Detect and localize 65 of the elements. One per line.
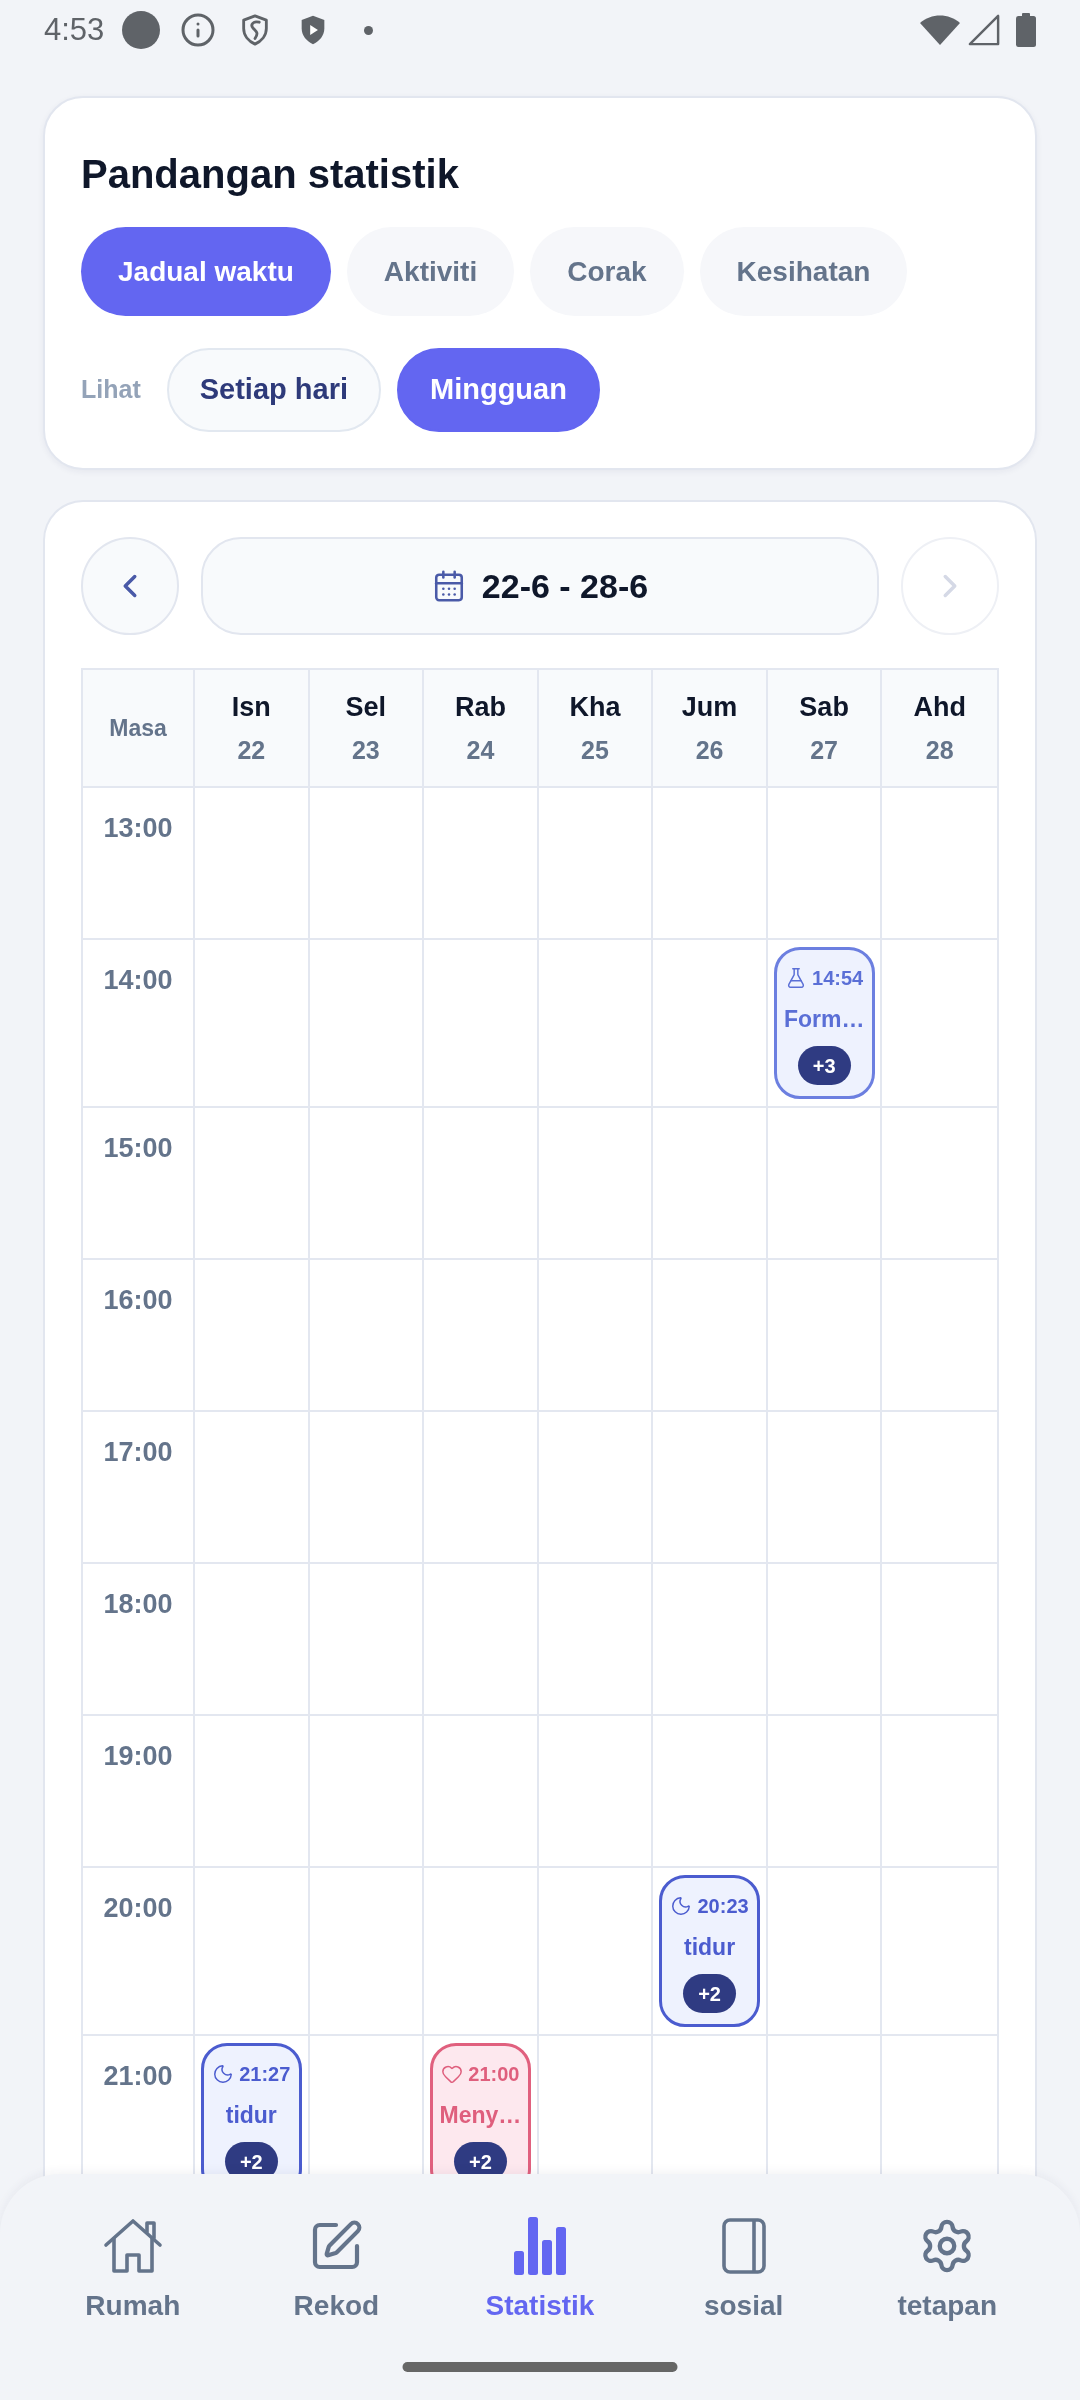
event-time: 21:27 bbox=[239, 2062, 291, 2087]
time-label: 20:00 bbox=[103, 1892, 173, 1925]
day-name: Jum bbox=[681, 691, 738, 723]
day-date: 28 bbox=[925, 735, 954, 765]
nav-tab[interactable]: sosial bbox=[641, 2217, 846, 2323]
time-label: 13:00 bbox=[103, 812, 173, 845]
time-label: 21:00 bbox=[103, 2060, 173, 2093]
column-header: Masa bbox=[109, 713, 167, 743]
status-time: 4:53 bbox=[44, 12, 105, 48]
time-label: 16:00 bbox=[103, 1284, 173, 1317]
moon-icon bbox=[212, 2063, 235, 2085]
event-time: 14:54 bbox=[812, 966, 864, 991]
nav-tab[interactable]: Rumah bbox=[31, 2217, 235, 2323]
event-title: Form… bbox=[783, 1005, 865, 1033]
time-label: 17:00 bbox=[103, 1436, 173, 1469]
day-name: Sab bbox=[799, 691, 849, 723]
day-name: Rab bbox=[454, 691, 506, 723]
time-label: 14:00 bbox=[103, 964, 173, 997]
day-name: Isn bbox=[231, 691, 271, 723]
event-title: Meny… bbox=[439, 2101, 522, 2129]
stats-tab[interactable]: Kesihatan bbox=[699, 227, 908, 316]
time-label: 15:00 bbox=[103, 1132, 173, 1165]
nav-tab[interactable]: Rekod bbox=[234, 2217, 439, 2323]
book-icon bbox=[721, 2218, 766, 2274]
heart-icon bbox=[441, 2063, 464, 2085]
view-option[interactable]: Setiap hari bbox=[166, 348, 381, 432]
day-date: 27 bbox=[810, 735, 839, 765]
time-label: 19:00 bbox=[103, 1740, 173, 1773]
card-title: Pandangan statistik bbox=[81, 151, 460, 198]
event-title: tidur bbox=[684, 1933, 736, 1961]
wifi-icon bbox=[920, 15, 960, 45]
day-date: 25 bbox=[581, 735, 609, 765]
day-date: 26 bbox=[695, 735, 724, 765]
nav-tab[interactable]: Statistik bbox=[438, 2217, 642, 2323]
day-name: Ahd bbox=[913, 691, 966, 723]
event-card[interactable]: 21:00 Meny… +2 bbox=[429, 2043, 531, 2174]
day-name: Kha bbox=[569, 691, 621, 723]
event-title: tidur bbox=[225, 2101, 277, 2129]
date-range-button[interactable]: 22-6 - 28-6 bbox=[201, 537, 879, 635]
day-name: Sel bbox=[345, 691, 387, 723]
nav-tab[interactable]: tetapan bbox=[845, 2217, 1049, 2323]
event-time: 21:00 bbox=[468, 2062, 520, 2087]
time-label: 18:00 bbox=[103, 1588, 173, 1621]
event-card[interactable]: 14:54 Form… +3 bbox=[773, 947, 875, 1099]
home-icon bbox=[102, 2218, 163, 2274]
more-badge: +3 bbox=[797, 1046, 851, 1085]
event-time: 20:23 bbox=[697, 1894, 749, 1919]
day-date: 22 bbox=[237, 735, 266, 765]
event-card[interactable]: 21:27 tidur +2 bbox=[200, 2043, 302, 2174]
signal-icon bbox=[968, 14, 1000, 46]
more-badge: +2 bbox=[453, 2142, 507, 2174]
battery-icon bbox=[1016, 13, 1036, 47]
stats-tab[interactable]: Aktiviti bbox=[346, 227, 515, 316]
stats-tab[interactable]: Corak bbox=[530, 227, 684, 316]
stats-tab[interactable]: Jadual waktu bbox=[81, 227, 331, 316]
moon-icon bbox=[670, 1895, 693, 1917]
more-badge: +2 bbox=[683, 1974, 737, 2013]
day-date: 23 bbox=[351, 735, 380, 765]
more-badge: +2 bbox=[224, 2142, 278, 2174]
view-option[interactable]: Mingguan bbox=[397, 348, 600, 432]
event-card[interactable]: 20:23 tidur +2 bbox=[659, 1875, 761, 2027]
bar-chart-icon bbox=[514, 2217, 566, 2275]
day-date: 24 bbox=[466, 735, 495, 765]
view-label: Lihat bbox=[81, 374, 141, 406]
info-icon bbox=[180, 12, 217, 48]
